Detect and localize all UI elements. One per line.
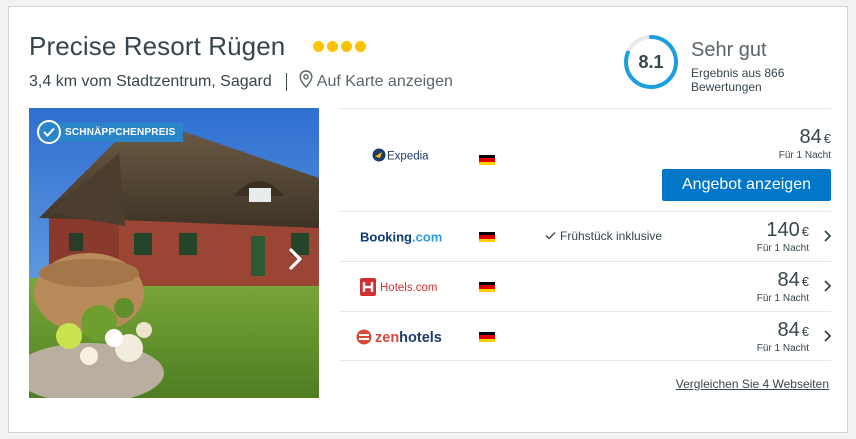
germany-flag-icon xyxy=(479,232,495,242)
price-per-night: Für 1 Nacht xyxy=(756,293,809,304)
hotel-name[interactable]: Precise Resort Rügen xyxy=(29,31,285,62)
offer-row-booking[interactable]: Booking.com Frühstück inklusive 140 € Für… xyxy=(339,211,833,261)
price-currency: € xyxy=(801,324,809,339)
price-amount: 84 xyxy=(777,269,800,291)
perk-breakfast: Frühstück inklusive xyxy=(545,229,662,243)
rating-box[interactable]: 8.1 Sehr gut Ergebnis aus 866 Bewertunge… xyxy=(623,34,823,94)
star-icon xyxy=(341,41,352,52)
map-pin-icon xyxy=(299,70,317,93)
star-icon xyxy=(327,41,338,52)
chevron-right-icon[interactable] xyxy=(823,229,833,248)
svg-text:Hotels.com: Hotels.com xyxy=(380,282,438,294)
map-link-label: Auf Karte anzeigen xyxy=(316,72,453,90)
chevron-right-icon[interactable] xyxy=(823,279,833,298)
price-currency: € xyxy=(823,131,831,146)
booking-logo: Booking.com xyxy=(339,229,469,245)
check-icon xyxy=(545,229,560,243)
expedia-logo: Expedia xyxy=(339,147,469,163)
rating-score: 8.1 xyxy=(638,51,664,72)
compare-sites-link[interactable]: Vergleichen Sie 4 Webseiten xyxy=(676,377,829,391)
offer-price: 84 € Für 1 Nacht xyxy=(757,319,809,354)
zenhotels-logo: zenhotels xyxy=(339,327,469,347)
map-link[interactable]: Auf Karte anzeigen xyxy=(299,70,453,93)
location-line: 3,4 km vom Stadtzentrum, Sagard Auf Kart… xyxy=(29,70,453,93)
offer-row-expedia[interactable]: Expedia 84 € Für 1 Nacht Angebot anzeigen xyxy=(339,108,831,211)
price-currency: € xyxy=(801,274,809,289)
price-per-night: Für 1 Nacht xyxy=(778,150,831,161)
hotels-com-logo: Hotels.com xyxy=(339,277,469,297)
offer-row-hotels[interactable]: Hotels.com 84 € Für 1 Nacht xyxy=(339,261,833,311)
hotel-card: Precise Resort Rügen 3,4 km vom Stadtzen… xyxy=(8,6,848,433)
germany-flag-icon xyxy=(479,282,495,292)
price-amount: 84 xyxy=(777,319,800,341)
price-amount: 140 xyxy=(766,219,800,241)
offer-list: Expedia 84 € Für 1 Nacht Angebot anzeigen… xyxy=(339,108,833,361)
checkmark-icon xyxy=(37,120,61,144)
hotel-image xyxy=(29,108,319,398)
price-amount: 84 xyxy=(799,126,822,148)
offer-price: 84 € Für 1 Nacht xyxy=(779,126,831,161)
view-deal-button[interactable]: Angebot anzeigen xyxy=(662,169,831,201)
star-icon xyxy=(313,41,324,52)
next-image-arrow-icon[interactable] xyxy=(287,246,305,277)
chevron-right-icon[interactable] xyxy=(823,329,833,348)
svg-text:zenhotels: zenhotels xyxy=(375,330,442,346)
rating-label: Sehr gut xyxy=(691,39,767,61)
perk-label: Frühstück inklusive xyxy=(560,229,663,243)
svg-text:Expedia: Expedia xyxy=(387,151,429,163)
offer-price: 84 € Für 1 Nacht xyxy=(757,269,809,304)
review-count: Ergebnis aus 866 Bewertungen xyxy=(691,66,785,94)
star-icon xyxy=(355,41,366,52)
star-rating xyxy=(313,41,366,52)
offer-row-zenhotels[interactable]: zenhotels 84 € Für 1 Nacht xyxy=(339,311,833,361)
svg-text:Booking.com: Booking.com xyxy=(360,230,442,245)
price-currency: € xyxy=(801,224,809,239)
germany-flag-icon xyxy=(479,332,495,342)
price-per-night: Für 1 Nacht xyxy=(756,343,809,354)
deal-badge: SCHNÄPPCHENPREIS xyxy=(37,120,184,144)
offer-price: 140 € Für 1 Nacht xyxy=(757,219,809,254)
deal-badge-label: SCHNÄPPCHENPREIS xyxy=(55,122,184,142)
location-distance: 3,4 km vom Stadtzentrum, Sagard xyxy=(29,72,272,90)
price-per-night: Für 1 Nacht xyxy=(756,243,809,254)
germany-flag-icon xyxy=(479,155,495,165)
divider xyxy=(285,72,287,91)
hotel-photo[interactable]: SCHNÄPPCHENPREIS xyxy=(29,108,319,398)
